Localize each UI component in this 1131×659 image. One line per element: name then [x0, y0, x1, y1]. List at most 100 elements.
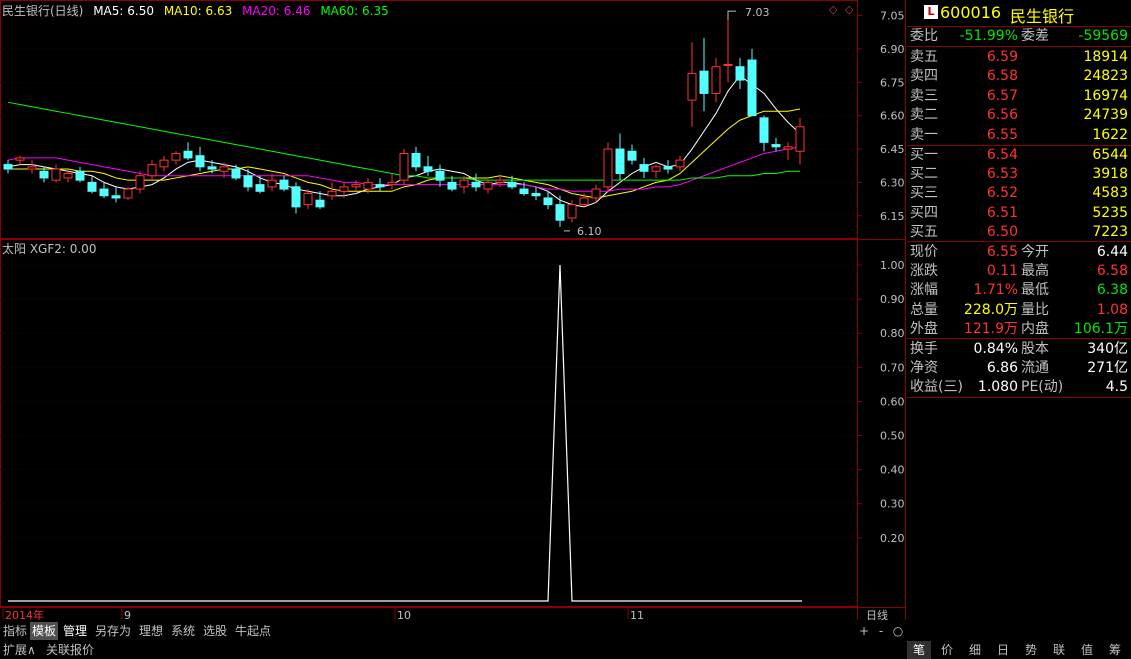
bid-row: 买二 6.53 3918	[907, 165, 1131, 184]
tab-stock-select[interactable]: 选股	[201, 622, 229, 640]
fundamental-row: 换手 0.84% 股本 340亿	[907, 340, 1131, 359]
tab-save-as[interactable]: 另存为	[93, 622, 133, 640]
candle-body	[363, 181, 373, 190]
stat-value: 1.08	[1096, 301, 1128, 318]
stat-label: 外盘	[910, 320, 938, 337]
tab-chips[interactable]: 筹	[1103, 641, 1127, 659]
stat-value: 6.58	[1096, 263, 1128, 280]
indicator-tick-label: 1.00	[880, 259, 905, 272]
tab-link[interactable]: 联	[1047, 641, 1071, 659]
candle-body	[711, 66, 721, 94]
tab-price[interactable]: 价	[935, 641, 959, 659]
candle-body	[27, 166, 37, 170]
candle-body	[723, 64, 733, 67]
candle-body	[423, 166, 433, 172]
book-price: 6.57	[986, 87, 1018, 104]
tab-indicator[interactable]: 指标	[1, 622, 29, 640]
book-price: 6.51	[986, 204, 1018, 221]
stat-value: 0.84%	[973, 341, 1018, 357]
ma10-legend: MA10: 6.63	[163, 4, 233, 18]
candle-body	[387, 181, 397, 186]
stat-label: 最低	[1021, 282, 1049, 299]
tab-manage[interactable]: 管理	[61, 622, 89, 640]
tab-value[interactable]: 值	[1075, 641, 1099, 659]
stat-value: 1.71%	[973, 282, 1018, 299]
candle-body	[579, 197, 589, 206]
bid-row: 买四 6.51 5235	[907, 204, 1131, 223]
candle-body	[399, 152, 409, 181]
indicator-tick-label: 0.70	[880, 361, 905, 374]
stat-label: 收益(三)	[910, 379, 963, 395]
tab-ideal[interactable]: 理想	[137, 622, 165, 640]
candle-body	[351, 184, 361, 188]
reset-zoom-button[interactable]: ○	[891, 624, 905, 638]
book-label: 买五	[910, 223, 938, 240]
bid-row: 买五 6.50 7223	[907, 223, 1131, 242]
quote-stat-row: 外盘 121.9万 内盘 106.1万	[907, 320, 1131, 339]
candle-body	[483, 181, 493, 190]
tab-system[interactable]: 系统	[169, 622, 197, 640]
candle-body	[591, 188, 601, 199]
divider	[907, 397, 1131, 398]
book-volume: 5235	[1092, 204, 1128, 221]
stat-value: 228.0万	[963, 301, 1018, 318]
tab-detail[interactable]: 细	[963, 641, 987, 659]
tab-trend[interactable]: 势	[1019, 641, 1043, 659]
date-label: 2014年	[5, 608, 44, 620]
candle-body	[339, 186, 349, 192]
book-price: 6.56	[986, 107, 1018, 124]
stat-value: 121.9万	[963, 320, 1018, 337]
candle-body	[327, 190, 337, 197]
marker-icon[interactable]: ◇	[829, 3, 838, 16]
candle-body	[99, 188, 109, 197]
book-volume: 24739	[1083, 107, 1128, 124]
weicha-label: 委差	[1021, 28, 1049, 44]
tab-daily[interactable]: 日	[991, 641, 1015, 659]
zoom-in-button[interactable]: +	[857, 624, 871, 638]
ask-row: 卖五 6.59 18914	[907, 48, 1131, 67]
stat-label: 涨跌	[910, 263, 938, 280]
quote-stat-row: 涨幅 1.71% 最低 6.38	[907, 281, 1131, 300]
weicha-value: -59569	[1078, 28, 1128, 44]
candle-body	[123, 188, 133, 199]
candle-body	[219, 166, 229, 172]
candle-body	[663, 166, 673, 170]
tab-bull-start[interactable]: 牛起点	[233, 622, 273, 640]
book-volume: 24823	[1083, 68, 1128, 85]
stat-label: 内盘	[1021, 320, 1049, 337]
candle-body	[639, 164, 649, 172]
candle-body	[675, 159, 685, 168]
candle-body	[411, 152, 421, 168]
marker-icon[interactable]: ◇	[845, 3, 854, 16]
stat-label: 量比	[1021, 301, 1049, 318]
book-label: 买一	[910, 147, 938, 163]
book-label: 买四	[910, 204, 938, 221]
candle-body	[783, 146, 793, 150]
tab-tick[interactable]: 笔	[907, 641, 931, 659]
zoom-out-button[interactable]: -	[874, 624, 888, 638]
stat-label: 今开	[1021, 244, 1049, 260]
tab-template[interactable]: 模板	[30, 622, 59, 640]
indicator-tick-label: 0.50	[880, 430, 905, 443]
stat-label: 现价	[910, 244, 938, 260]
book-price: 6.55	[986, 126, 1018, 143]
stat-label: PE(动)	[1021, 379, 1064, 395]
expand-button[interactable]: 扩展∧	[1, 641, 38, 659]
stat-value: 340亿	[1087, 341, 1128, 357]
price-tick-label: 6.15	[880, 210, 905, 223]
candle-body	[615, 148, 625, 174]
related-quotes-button[interactable]: 关联报价	[44, 641, 96, 659]
stat-value: 106.1万	[1073, 320, 1128, 337]
date-label: 9	[124, 609, 131, 620]
stat-value: 1.080	[977, 379, 1018, 395]
stock-code[interactable]: 600016	[940, 3, 1001, 22]
ask-row: 卖一 6.55 1622	[907, 126, 1131, 145]
candle-body	[159, 159, 169, 168]
stock-name[interactable]: 民生银行	[1010, 3, 1074, 27]
price-tick-label: 7.05	[880, 10, 905, 23]
indicator-tab-bar: 指标 模板 管理 另存为 理想 系统 选股 牛起点	[0, 622, 905, 640]
indicator-panel-frame	[0, 239, 858, 607]
fundamental-row: 净资 6.86 流通 271亿	[907, 359, 1131, 378]
candle-body	[75, 170, 85, 181]
indicator-tick-label: 0.30	[880, 498, 905, 511]
